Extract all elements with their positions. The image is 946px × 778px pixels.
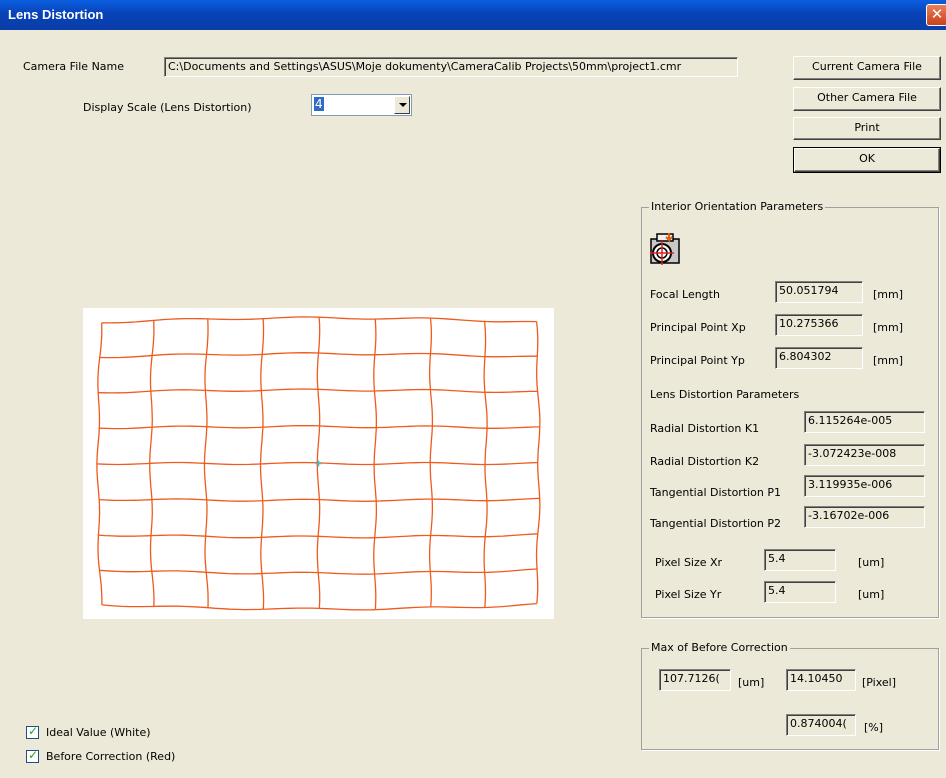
principal-yp-unit: [mm] bbox=[873, 354, 904, 367]
pixel-yr-label: Pixel Size Yr bbox=[655, 588, 722, 601]
display-scale-select[interactable]: 4 bbox=[311, 94, 412, 116]
close-button[interactable]: ✕ bbox=[926, 4, 946, 26]
display-scale-label: Display Scale (Lens Distortion) bbox=[83, 101, 252, 114]
camera-file-label: Camera File Name bbox=[23, 60, 125, 73]
close-icon: ✕ bbox=[930, 5, 944, 23]
principal-xp-field[interactable]: 10.275366 bbox=[775, 314, 863, 336]
before-correction-checkbox[interactable] bbox=[26, 748, 39, 763]
window-title: Lens Distortion bbox=[8, 7, 104, 22]
principal-xp-unit: [mm] bbox=[873, 321, 904, 334]
max-before-correction-title: Max of Before Correction bbox=[649, 641, 790, 654]
k2-field[interactable]: -3.072423e-008 bbox=[804, 444, 925, 466]
k1-field[interactable]: 6.115264e-005 bbox=[804, 411, 925, 433]
pixel-xr-field[interactable]: 5.4 bbox=[764, 549, 836, 571]
principal-xp-label: Principal Point Xp bbox=[650, 321, 746, 334]
principal-yp-label: Principal Point Yp bbox=[650, 354, 745, 367]
k1-label: Radial Distortion K1 bbox=[650, 422, 760, 435]
pixel-yr-unit: [um] bbox=[858, 588, 885, 601]
max-pixel-unit: [Pixel] bbox=[862, 676, 897, 689]
focal-length-field[interactable]: 50.051794 bbox=[775, 281, 863, 303]
pixel-xr-unit: [um] bbox=[858, 556, 885, 569]
display-scale-value: 4 bbox=[314, 97, 324, 111]
principal-yp-field[interactable]: 6.804302 bbox=[775, 347, 863, 369]
p1-field[interactable]: 3.119935e-006 bbox=[804, 475, 925, 497]
camera-target-icon bbox=[650, 233, 680, 265]
interior-orientation-title: Interior Orientation Parameters bbox=[649, 200, 826, 213]
pixel-xr-label: Pixel Size Xr bbox=[655, 556, 723, 569]
p2-label: Tangential Distortion P2 bbox=[650, 517, 782, 530]
before-correction-label: Before Correction (Red) bbox=[46, 750, 176, 763]
distortion-grid bbox=[90, 315, 547, 612]
max-um-unit: [um] bbox=[738, 676, 765, 689]
focal-length-unit: [mm] bbox=[873, 288, 904, 301]
ideal-value-checkbox[interactable] bbox=[26, 724, 39, 739]
distortion-plot bbox=[83, 308, 554, 619]
max-percent-field[interactable]: 0.874004( bbox=[786, 714, 856, 736]
focal-length-label: Focal Length bbox=[650, 288, 720, 301]
chevron-down-icon[interactable] bbox=[394, 96, 410, 114]
print-button[interactable]: Print bbox=[793, 117, 941, 140]
p2-field[interactable]: -3.16702e-006 bbox=[804, 506, 925, 528]
k2-label: Radial Distortion K2 bbox=[650, 455, 760, 468]
other-camera-file-button[interactable]: Other Camera File bbox=[793, 87, 941, 111]
pixel-yr-field[interactable]: 5.4 bbox=[764, 581, 836, 603]
title-bar: Lens Distortion ✕ bbox=[0, 0, 946, 30]
current-camera-file-button[interactable]: Current Camera File bbox=[793, 56, 941, 80]
p1-label: Tangential Distortion P1 bbox=[650, 486, 782, 499]
max-um-field[interactable]: 107.7126( bbox=[659, 669, 731, 691]
camera-file-field[interactable]: C:\Documents and Settings\ASUS\Moje doku… bbox=[164, 57, 738, 77]
max-percent-unit: [%] bbox=[864, 721, 884, 734]
max-pixel-field[interactable]: 14.10450 bbox=[786, 669, 856, 691]
ideal-value-label: Ideal Value (White) bbox=[46, 726, 151, 739]
ok-button[interactable]: OK bbox=[793, 147, 941, 173]
lens-distortion-heading: Lens Distortion Parameters bbox=[650, 388, 800, 401]
